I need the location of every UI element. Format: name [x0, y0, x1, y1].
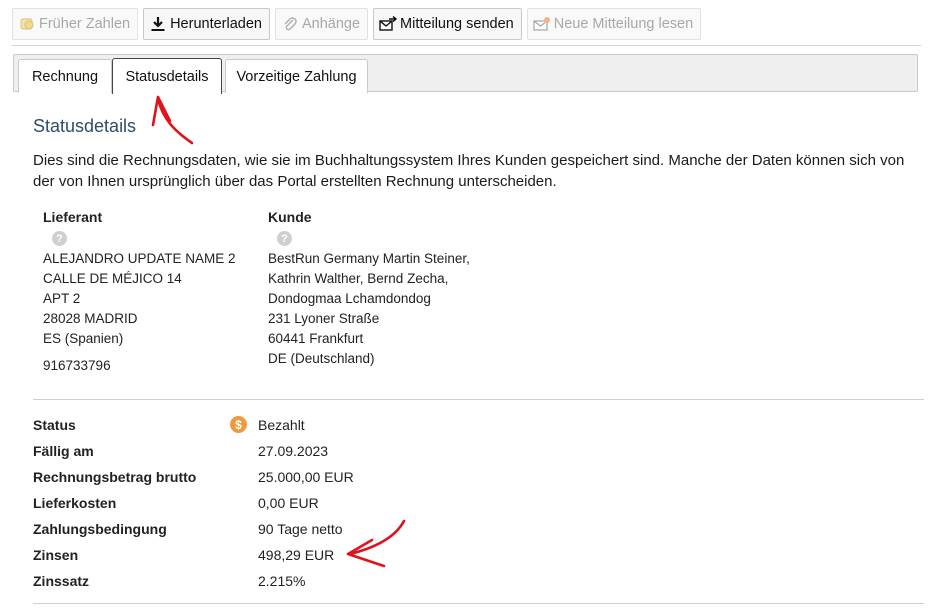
detail-label: Zinsen [33, 547, 79, 563]
section-divider [33, 603, 924, 604]
help-icon[interactable]: ? [52, 231, 67, 246]
tab-vorzeitige-zahlung[interactable]: Vorzeitige Zahlung [225, 59, 368, 93]
help-icon[interactable]: ? [277, 231, 292, 246]
detail-row-gross: Rechnungsbetrag brutto 25.000,00 EUR [33, 464, 354, 490]
detail-value: 27.09.2023 [258, 443, 329, 459]
detail-row-shipping: Lieferkosten 0,00 EUR [33, 490, 354, 516]
detail-label: Lieferkosten [33, 495, 117, 511]
paid-status-icon: $ [230, 416, 247, 433]
toolbar-divider [12, 45, 921, 46]
supplier-phone: 916733796 [43, 358, 111, 373]
section-divider [33, 399, 924, 400]
tab-rechnung[interactable]: Rechnung [18, 59, 112, 93]
customer-line: Kathrin Walther, Bernd Zecha, [268, 271, 449, 286]
supplier-line: ES (Spanien) [43, 331, 124, 346]
detail-value: 0,00 EUR [258, 495, 319, 511]
customer-heading: Kunde [268, 209, 312, 225]
supplier-line: 28028 MADRID [43, 311, 138, 326]
customer-block: Kunde ? BestRun Germany Martin Steiner, … [268, 209, 470, 369]
supplier-line: APT 2 [43, 291, 81, 306]
detail-value: 90 Tage netto [258, 521, 343, 537]
detail-value: 498,29 EUR [258, 547, 335, 563]
supplier-heading: Lieferant [43, 209, 103, 225]
detail-row-interest: Zinsen 498,29 EUR [33, 542, 354, 568]
download-button[interactable]: Herunterladen [143, 8, 270, 40]
status-badge: Bezahlt [258, 417, 305, 433]
download-label: Herunterladen [170, 16, 262, 32]
read-message-label: Neue Mitteilung lesen [553, 16, 694, 32]
customer-line: BestRun Germany Martin Steiner, [268, 251, 470, 266]
supplier-line: CALLE DE MÉJICO 14 [43, 271, 182, 286]
pay-early-label: Früher Zahlen [39, 16, 131, 32]
supplier-block: Lieferant ? ALEJANDRO UPDATE NAME 2 CALL… [43, 209, 236, 376]
tab-bar: Rechnung Statusdetails Vorzeitige Zahlun… [13, 54, 918, 94]
section-title: Statusdetails [33, 116, 137, 136]
customer-line: 60441 Frankfurt [268, 331, 364, 346]
customer-line: DE (Deutschland) [268, 351, 375, 366]
detail-label: Zinssatz [33, 573, 90, 589]
send-mail-icon [379, 15, 398, 33]
read-message-button[interactable]: Neue Mitteilung lesen [526, 8, 702, 40]
status-details-list: Status $ Bezahlt Fällig am 27.09.2023 Re… [33, 412, 354, 594]
detail-row-due: Fällig am 27.09.2023 [33, 438, 354, 464]
detail-label: Fällig am [33, 443, 94, 459]
attachments-button[interactable]: Anhänge [274, 8, 369, 40]
download-icon [149, 15, 167, 33]
detail-value: 25.000,00 EUR [258, 469, 354, 485]
supplier-line: ALEJANDRO UPDATE NAME 2 [43, 251, 236, 266]
toolbar: Früher Zahlen Herunterladen Anhänge Mitt… [12, 8, 702, 40]
pay-early-button[interactable]: Früher Zahlen [12, 8, 139, 40]
customer-line: Dondogmaa Lchamdondog [268, 291, 431, 306]
detail-label: Status [33, 417, 76, 433]
detail-label: Zahlungsbedingung [33, 521, 167, 537]
customer-line: 231 Lyoner Straße [268, 311, 380, 326]
arrow-icon [151, 95, 194, 145]
arrow-icon [346, 519, 406, 568]
attachments-label: Anhänge [301, 16, 361, 32]
detail-row-status: Status $ Bezahlt [33, 412, 354, 438]
detail-value: 2.215% [258, 573, 306, 589]
send-message-label: Mitteilung senden [400, 16, 514, 32]
tab-statusdetails[interactable]: Statusdetails [112, 58, 222, 94]
send-message-button[interactable]: Mitteilung senden [373, 8, 522, 40]
detail-label: Rechnungsbetrag brutto [33, 469, 197, 485]
paperclip-icon [281, 15, 299, 33]
new-mail-icon [533, 15, 551, 33]
detail-row-rate: Zinssatz 2.215% [33, 568, 354, 594]
detail-row-terms: Zahlungsbedingung 90 Tage netto [33, 516, 354, 542]
coins-icon [18, 15, 36, 33]
intro-text: Dies sind die Rechnungsdaten, wie sie im… [33, 152, 905, 190]
